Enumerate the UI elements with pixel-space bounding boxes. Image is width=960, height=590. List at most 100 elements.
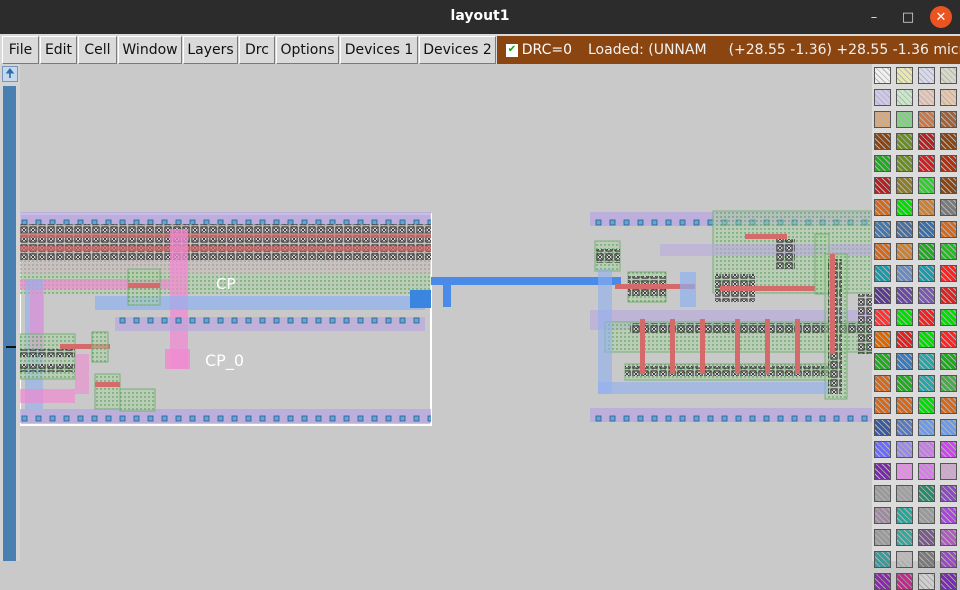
layer-swatch[interactable] (918, 463, 935, 480)
layer-swatch[interactable] (896, 507, 913, 524)
layer-swatch[interactable] (940, 463, 957, 480)
layer-swatch[interactable] (918, 111, 935, 128)
layer-swatch[interactable] (874, 463, 891, 480)
layer-swatch[interactable] (940, 551, 957, 568)
layer-swatch[interactable] (896, 243, 913, 260)
layer-swatch[interactable] (874, 287, 891, 304)
layer-swatch[interactable] (918, 441, 935, 458)
layer-swatch[interactable] (940, 375, 957, 392)
layer-swatch[interactable] (874, 573, 891, 590)
layer-swatch[interactable] (896, 397, 913, 414)
layer-swatch[interactable] (940, 441, 957, 458)
layer-swatch[interactable] (940, 133, 957, 150)
layer-swatch[interactable] (896, 353, 913, 370)
layer-swatch[interactable] (940, 243, 957, 260)
layer-swatch[interactable] (896, 111, 913, 128)
layer-swatch[interactable] (896, 375, 913, 392)
layer-swatch[interactable] (874, 331, 891, 348)
layer-swatch[interactable] (940, 89, 957, 106)
layer-swatch[interactable] (918, 573, 935, 590)
layer-swatch[interactable] (940, 397, 957, 414)
layer-swatch[interactable] (896, 89, 913, 106)
layer-swatch[interactable] (918, 243, 935, 260)
layer-swatch[interactable] (940, 507, 957, 524)
layer-swatch[interactable] (896, 287, 913, 304)
layer-swatch[interactable] (874, 507, 891, 524)
layer-swatch[interactable] (918, 221, 935, 238)
layer-swatch[interactable] (918, 507, 935, 524)
layer-swatch[interactable] (874, 353, 891, 370)
layer-swatch[interactable] (918, 419, 935, 436)
layer-swatch[interactable] (940, 265, 957, 282)
layer-swatch[interactable] (940, 177, 957, 194)
layer-swatch[interactable] (896, 265, 913, 282)
layer-swatch[interactable] (918, 89, 935, 106)
layer-swatch[interactable] (918, 265, 935, 282)
vertical-scrollbar[interactable]: 🠉 (0, 64, 20, 561)
cell-right[interactable] (590, 210, 872, 422)
layer-swatch[interactable] (896, 67, 913, 84)
layer-swatch[interactable] (896, 309, 913, 326)
layer-swatch[interactable] (896, 441, 913, 458)
menu-edit[interactable]: Edit (40, 36, 77, 64)
menu-devices-2[interactable]: Devices 2 (419, 36, 496, 64)
layer-swatch[interactable] (874, 199, 891, 216)
layer-swatch[interactable] (918, 331, 935, 348)
layer-swatch[interactable] (896, 133, 913, 150)
layer-swatch[interactable] (874, 485, 891, 502)
layer-swatch[interactable] (874, 375, 891, 392)
layer-swatch[interactable] (896, 155, 913, 172)
layer-swatch[interactable] (896, 463, 913, 480)
layer-swatch[interactable] (874, 177, 891, 194)
maximize-icon[interactable]: □ (897, 6, 919, 28)
layer-swatch[interactable] (896, 199, 913, 216)
layer-swatch[interactable] (940, 331, 957, 348)
layout-canvas[interactable]: CP CP_0 (20, 64, 872, 561)
minimize-icon[interactable]: – (863, 6, 885, 28)
layer-swatch[interactable] (918, 287, 935, 304)
layer-swatch[interactable] (874, 221, 891, 238)
layer-swatch[interactable] (940, 199, 957, 216)
layer-swatch[interactable] (940, 67, 957, 84)
layer-swatch[interactable] (874, 397, 891, 414)
menu-layers[interactable]: Layers (183, 36, 238, 64)
layer-swatch[interactable] (940, 221, 957, 238)
menu-cell[interactable]: Cell (78, 36, 117, 64)
menu-devices-1[interactable]: Devices 1 (340, 36, 418, 64)
checkbox-icon[interactable]: ✔ (506, 43, 518, 57)
layer-swatch[interactable] (896, 221, 913, 238)
arrow-up-icon[interactable]: 🠉 (2, 66, 18, 82)
menu-options[interactable]: Options (276, 36, 339, 64)
layer-swatch[interactable] (874, 67, 891, 84)
layer-swatch[interactable] (896, 177, 913, 194)
layer-swatch[interactable] (918, 133, 935, 150)
layer-swatch[interactable] (896, 419, 913, 436)
layer-swatch[interactable] (896, 485, 913, 502)
layer-swatch[interactable] (874, 529, 891, 546)
layer-swatch[interactable] (940, 529, 957, 546)
layer-swatch[interactable] (940, 353, 957, 370)
layer-swatch[interactable] (918, 485, 935, 502)
layer-swatch[interactable] (874, 419, 891, 436)
layer-swatch[interactable] (940, 573, 957, 590)
layer-swatch[interactable] (874, 111, 891, 128)
layer-swatch[interactable] (874, 155, 891, 172)
layer-swatch[interactable] (918, 551, 935, 568)
menu-file[interactable]: File (2, 36, 39, 64)
layer-swatch[interactable] (918, 309, 935, 326)
layer-swatch[interactable] (940, 419, 957, 436)
layer-swatch[interactable] (918, 67, 935, 84)
layer-swatch[interactable] (874, 441, 891, 458)
close-icon[interactable]: ✕ (930, 6, 952, 28)
menu-drc[interactable]: Drc (239, 36, 275, 64)
layer-swatch[interactable] (940, 309, 957, 326)
layer-swatch[interactable] (940, 155, 957, 172)
cell-cp[interactable]: CP CP_0 (20, 212, 432, 426)
layer-swatch[interactable] (896, 331, 913, 348)
layer-swatch[interactable] (918, 375, 935, 392)
layer-swatch[interactable] (940, 485, 957, 502)
layer-swatch[interactable] (874, 265, 891, 282)
layer-swatch[interactable] (918, 155, 935, 172)
layer-swatch[interactable] (874, 133, 891, 150)
scrollbar-thumb[interactable] (3, 86, 16, 561)
